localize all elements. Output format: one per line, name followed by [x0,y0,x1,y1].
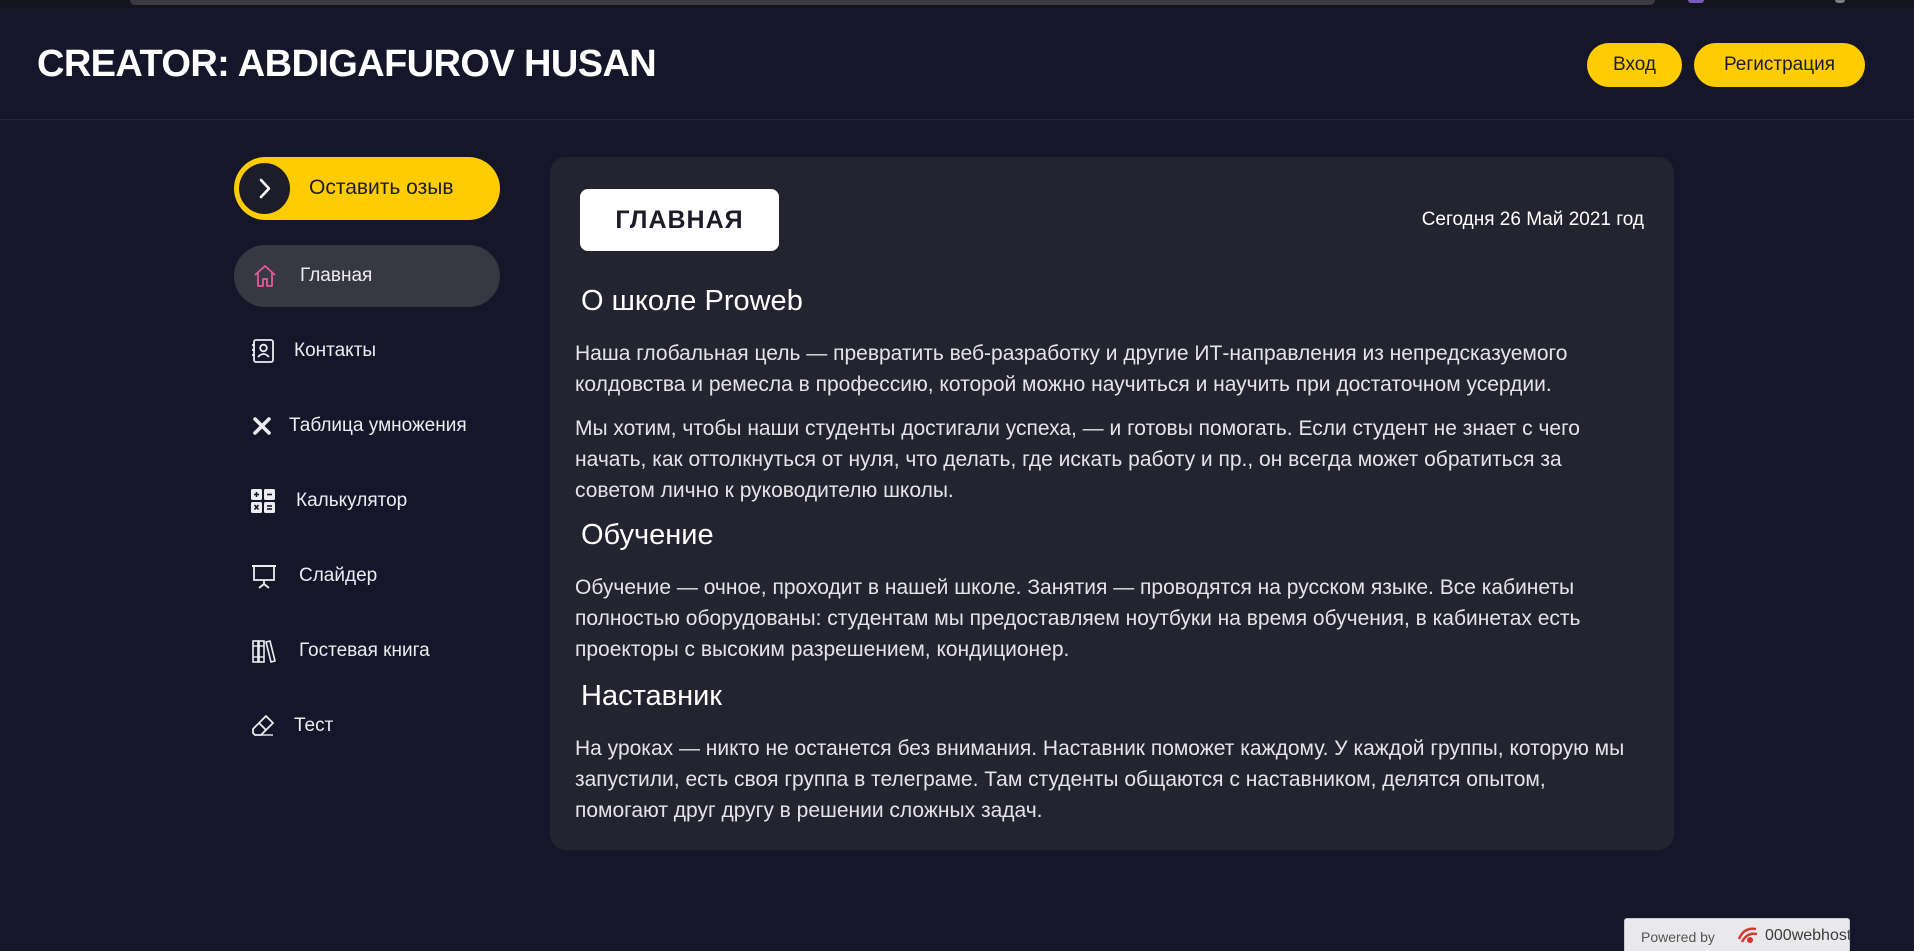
eraser-icon [252,715,274,736]
section-paragraph: Наша глобальная цель — превратить веб-ра… [575,342,1568,396]
extension-icon [1688,0,1704,3]
section-heading: О школе Proweb [581,285,803,317]
page-title-tag: ГЛАВНАЯ [580,189,779,251]
sidebar-item-label: Таблица умножения [289,415,467,436]
section-paragraph: На уроках — никто не останется без внима… [575,737,1625,822]
sidebar-item-label: Калькулятор [296,490,408,511]
section-heading: Обучение [581,519,714,551]
multiply-icon [253,417,271,435]
section-heading: Наставник [581,680,722,712]
home-icon [254,265,276,287]
sidebar-item-multiplication-table[interactable]: Таблица умножения [234,395,500,457]
sidebar-item-home[interactable]: Главная [234,245,500,307]
sidebar-item-label: Тест [294,715,334,736]
section-paragraph: Мы хотим, чтобы наши студенты достигали … [575,417,1580,502]
sidebar-item-label: Гостевая книга [299,640,430,661]
site-title: CREATOR: ABDIGAFUROV HUSAN [37,43,657,85]
webhost-logo-icon [1737,927,1758,943]
books-icon [252,640,276,663]
sidebar-item-contacts[interactable]: Контакты [234,320,500,382]
scroll-indicator [130,0,1655,5]
sidebar-item-label: Главная [300,265,373,286]
section-paragraph: Обучение — очное, проходит в нашей школе… [575,576,1581,661]
sidebar-item-guestbook[interactable]: Гостевая книга [234,620,500,682]
register-button[interactable]: Регистрация [1694,43,1865,87]
sidebar-item-test[interactable]: Тест [234,695,500,757]
extension-icon [1835,0,1845,3]
browser-top-strip [0,0,1914,8]
sidebar-item-label: Слайдер [299,565,378,586]
sidebar-item-calculator[interactable]: Калькулятор [234,470,500,532]
current-date: Сегодня 26 Май 2021 год [1421,209,1644,230]
leave-review-label: Оставить озыв [309,176,454,199]
powered-by-label: Powered by [1641,929,1715,945]
login-button[interactable]: Вход [1587,43,1682,87]
calculator-icon [251,489,275,513]
contact-card-icon [252,339,274,363]
sidebar-item-label: Контакты [294,340,377,361]
chevron-right-icon [239,163,290,214]
powered-by-badge[interactable]: Powered by 000webhost [1624,918,1852,951]
main-content-panel: ГЛАВНАЯ Сегодня 26 Май 2021 год О школе … [550,157,1674,850]
site-header: CREATOR: ABDIGAFUROV HUSAN Вход Регистра… [0,8,1914,120]
host-name: 000webhost [1765,927,1852,944]
sidebar-item-slider[interactable]: Слайдер [234,545,500,607]
presentation-icon [252,565,276,589]
leave-review-button[interactable]: Оставить озыв [234,157,500,220]
